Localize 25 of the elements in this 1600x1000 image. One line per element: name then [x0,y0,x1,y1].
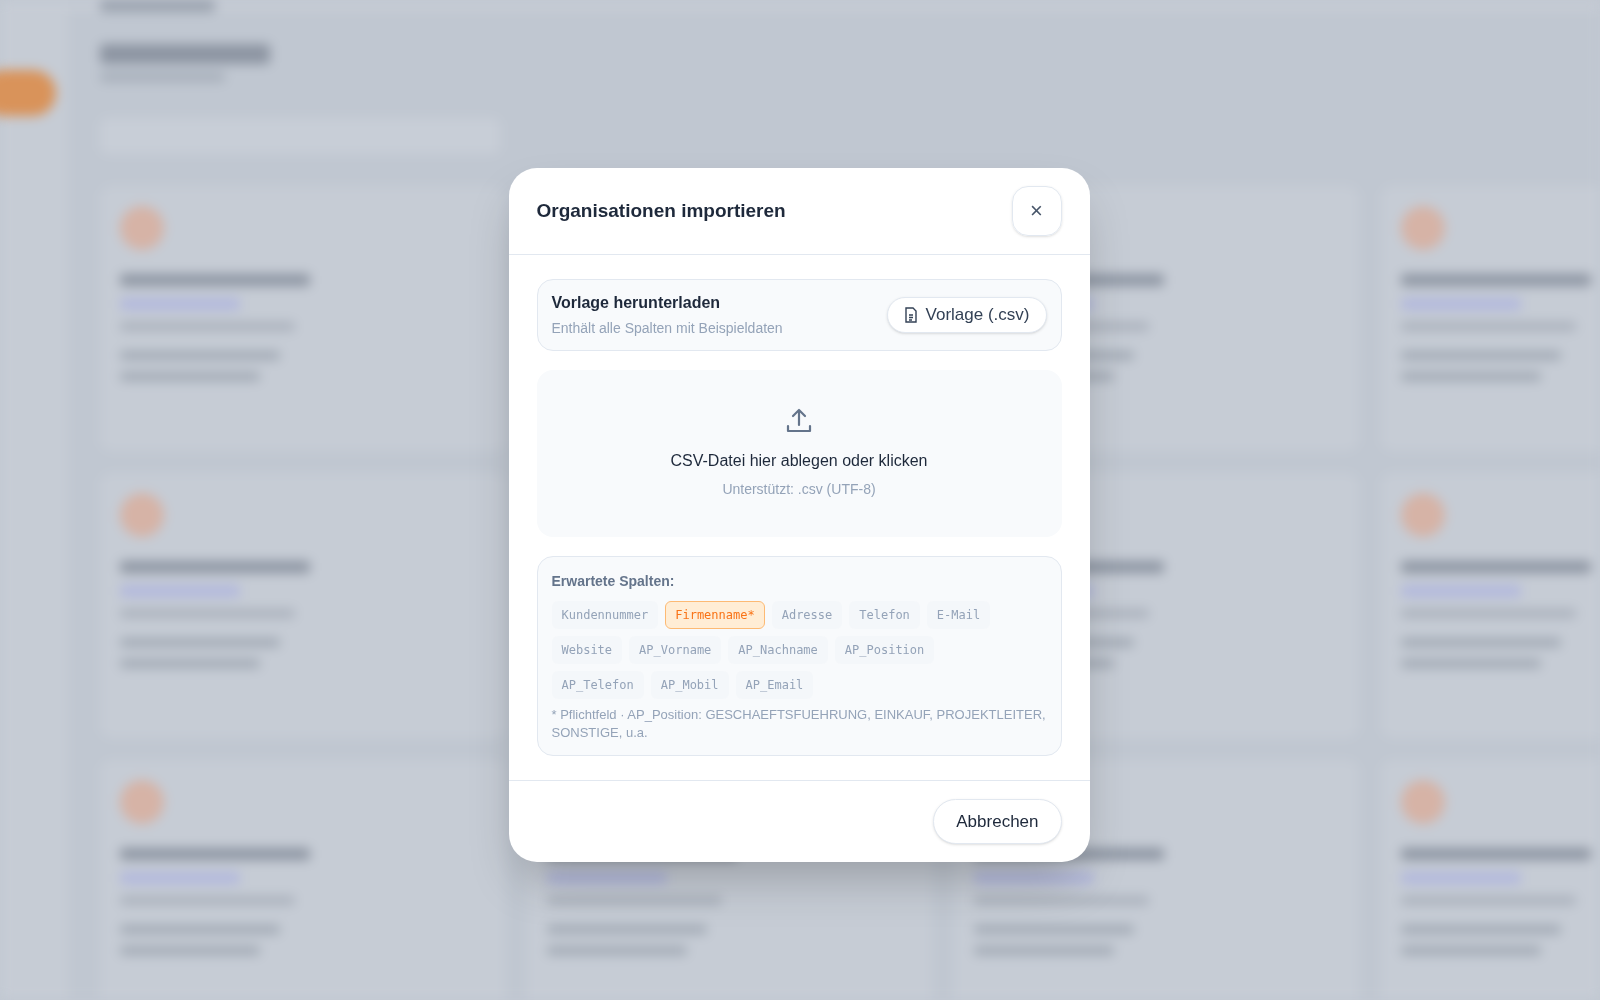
columns-heading: Erwartete Spalten: [551,572,676,591]
column-tag: AP_Telefon [551,671,644,699]
template-subtitle: Enthält alle Spalten mit Beispieldaten [551,319,783,338]
column-tag: Adresse [771,601,843,629]
column-tag: Firmenname* [665,601,765,629]
column-tag: AP_Mobil [650,671,729,699]
close-button[interactable]: × [1011,186,1062,236]
document-icon [903,307,918,323]
required-note: * Pflichtfeld · AP_Position: GESCHAEFTSFUEHRUNG, EINKAUF, PROJEKTLEITER, SONSTIGE, u.a. [551,706,1047,742]
column-tag: AP_Email [735,671,814,699]
drop-zone-hint: Unterstützt: .csv (UTF-8) [722,480,876,499]
drop-zone-title: CSV-Datei hier ablegen oder klicken [670,451,928,471]
file-drop-zone[interactable]: CSV-Datei hier ablegen oder klicken Unterstützt: .csv (UTF-8) [536,370,1062,537]
template-title: Vorlage herunterladen [551,293,722,313]
column-tag: AP_Vorname [629,636,722,664]
column-tag: AP_Position [834,636,935,664]
download-template-button[interactable]: Vorlage (.csv) [886,297,1047,333]
upload-icon [785,407,813,435]
cancel-button[interactable]: Abbrechen [933,799,1062,844]
column-tag: Website [551,636,623,664]
dialog-title: Organisationen importieren [536,198,786,223]
column-tag: Telefon [849,601,920,629]
column-tag: AP_Nachname [728,636,828,664]
column-tag: E-Mail [926,601,991,629]
column-tag: Kundennummer [551,601,659,629]
